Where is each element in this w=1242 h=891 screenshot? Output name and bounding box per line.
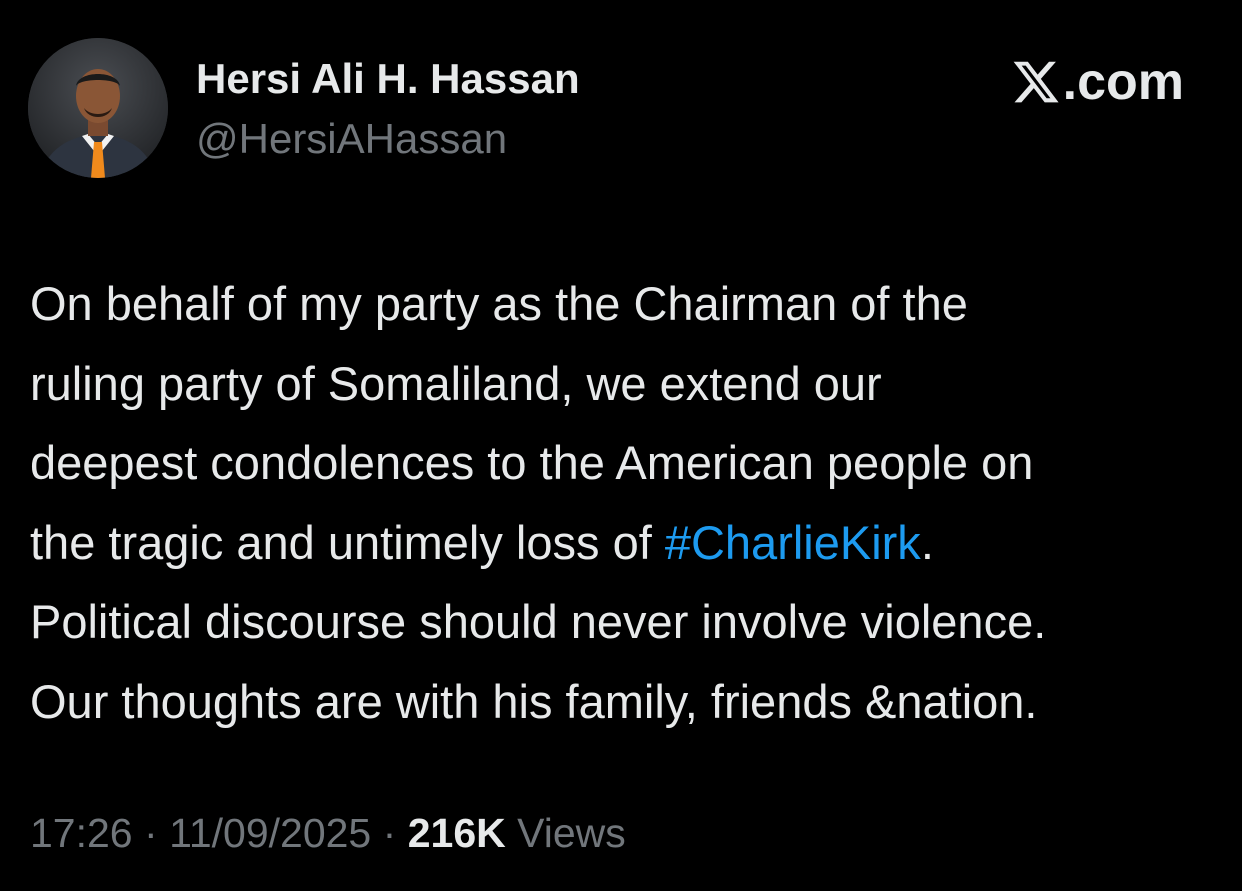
views-count[interactable]: 216K xyxy=(408,810,506,856)
tweet-line: Political discourse should never involve… xyxy=(30,595,1047,648)
tweet-card: Hersi Ali H. Hassan @HersiAHassan .com O… xyxy=(0,0,1242,891)
tweet-line: the tragic and untimely loss of #Charlie… xyxy=(30,503,1220,583)
author-avatar[interactable] xyxy=(28,38,168,178)
tweet-date[interactable]: 11/09/2025 xyxy=(169,810,371,856)
brand-suffix: .com xyxy=(1062,53,1184,111)
tweet-line-text: . xyxy=(920,515,934,569)
tweet-text: On behalf of my party as the Chairman of… xyxy=(30,264,1220,741)
author-handle[interactable]: @HersiAHassan xyxy=(196,114,507,164)
profile-photo-icon xyxy=(28,38,168,178)
author-name[interactable]: Hersi Ali H. Hassan xyxy=(196,54,580,104)
x-logo-icon xyxy=(1011,57,1061,107)
tweet-line: deepest condolences to the American peop… xyxy=(30,436,1034,489)
tweet-time[interactable]: 17:26 xyxy=(30,810,133,856)
tweet-line: Our thoughts are with his family, friend… xyxy=(30,674,1038,728)
meta-separator: · xyxy=(144,810,158,856)
views-label: Views xyxy=(517,810,626,856)
tweet-line: On behalf of my party as the Chairman of… xyxy=(30,277,968,330)
tweet-line: ruling party of Somaliland, we extend ou… xyxy=(30,356,882,410)
tweet-meta: 17:26 · 11/09/2025 · 216K Views xyxy=(30,808,626,858)
brand-watermark: .com xyxy=(1011,52,1184,112)
hashtag-link[interactable]: #CharlieKirk xyxy=(665,516,921,569)
meta-separator: · xyxy=(382,810,397,856)
tweet-line-text: the tragic and untimely loss of xyxy=(30,515,665,569)
